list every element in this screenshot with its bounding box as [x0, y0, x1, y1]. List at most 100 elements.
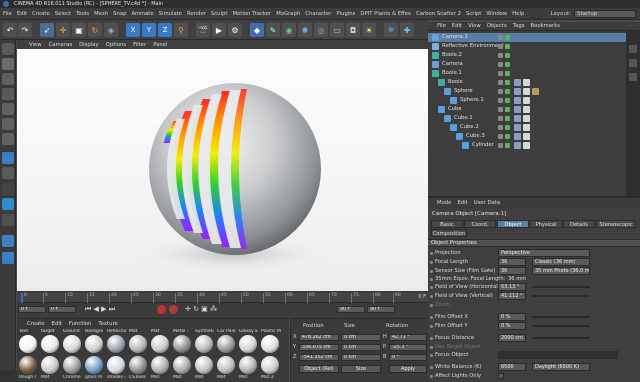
property-slider[interactable] — [532, 316, 590, 318]
visibility-dots-icon[interactable] — [498, 98, 503, 103]
visibility-dots-icon[interactable] — [498, 44, 503, 49]
object-row[interactable]: Sphere — [428, 87, 626, 96]
animate-dot-icon[interactable] — [430, 346, 433, 349]
visibility-dots-icon[interactable] — [498, 71, 503, 76]
material-swatch[interactable]: CSTools — [129, 355, 149, 382]
visibility-dots-icon[interactable] — [498, 80, 503, 85]
animate-dot-icon[interactable] — [430, 286, 433, 289]
menu-dpit[interactable]: DPIT Plants & Effex — [360, 11, 411, 17]
object-row[interactable]: Cube.2 — [428, 123, 626, 132]
sculpt-brush-icon[interactable] — [2, 235, 14, 247]
object-row[interactable]: Boole — [428, 78, 626, 87]
menu-edit[interactable]: Edit — [17, 11, 27, 17]
property-value-field[interactable]: 0 % — [498, 313, 526, 321]
visibility-dots-icon[interactable] — [498, 143, 503, 148]
property-value-field[interactable]: 6500 — [498, 363, 526, 371]
animate-dot-icon[interactable] — [430, 252, 433, 255]
tab-coord[interactable]: Coord. — [464, 220, 496, 228]
material-swatch[interactable]: Mat — [173, 355, 193, 382]
object-row[interactable]: Camera.1 — [428, 33, 626, 42]
animate-dot-icon[interactable] — [430, 304, 433, 307]
om-menu-view[interactable]: View — [468, 23, 481, 29]
material-tag-icon[interactable] — [523, 142, 530, 149]
python-icon[interactable]: ⎈ — [384, 23, 398, 37]
object-row[interactable]: Boole.1 — [428, 69, 626, 78]
mat-menu-edit[interactable]: Edit — [52, 321, 62, 327]
coords-pos-y[interactable]: 336.075 cm — [299, 344, 339, 351]
floor-icon[interactable]: ▭ — [330, 23, 344, 37]
material-swatch[interactable]: Mat — [195, 355, 215, 382]
lock-workplane-icon[interactable] — [2, 214, 14, 226]
material-swatch[interactable]: Rough I — [19, 355, 39, 382]
playback-controls-icon[interactable]: ⏮ ◀ ▶ ⏭ — [85, 305, 115, 314]
enabled-check-icon[interactable] — [505, 44, 510, 49]
property-value-field[interactable]: Perspective — [498, 249, 590, 257]
visibility-dots-icon[interactable] — [498, 89, 503, 94]
material-tag-icon[interactable] — [532, 88, 539, 95]
side-tool-icon[interactable] — [629, 59, 637, 67]
live-selection-icon[interactable]: ➶ — [40, 23, 54, 37]
property-preset-select[interactable]: Classic (36 mm) — [532, 258, 590, 266]
menu-sculpt[interactable]: Sculpt — [211, 11, 228, 17]
menu-window[interactable]: Window — [486, 11, 507, 17]
keyframe-tools-icon[interactable]: ✛ ↻ ▣ ⁂ — [185, 305, 217, 313]
menu-script[interactable]: Script — [466, 11, 481, 17]
property-slider[interactable] — [532, 286, 590, 288]
coords-size-y[interactable]: 0 cm — [341, 344, 381, 351]
coordinate-system-icon[interactable]: ⚲ — [174, 23, 188, 37]
mat-menu-create[interactable]: Create — [27, 321, 45, 327]
om-menu-edit[interactable]: Edit — [452, 23, 462, 29]
visibility-dots-icon[interactable] — [498, 107, 503, 112]
visibility-dots-icon[interactable] — [498, 134, 503, 139]
tab-object[interactable]: Object — [497, 220, 529, 228]
autokey-icon[interactable] — [169, 305, 178, 314]
enabled-check-icon[interactable] — [505, 62, 510, 67]
x-axis-lock-button[interactable]: X — [126, 23, 140, 37]
polygons-mode-icon[interactable] — [2, 133, 14, 145]
object-row[interactable]: Cube.3 — [428, 132, 626, 141]
object-row[interactable]: Cube.1 — [428, 114, 626, 123]
enabled-check-icon[interactable] — [505, 53, 510, 58]
visibility-dots-icon[interactable] — [498, 62, 503, 67]
coords-mode-select[interactable]: Object (Rel) — [299, 365, 339, 373]
material-swatch[interactable]: Mat — [217, 355, 237, 382]
visibility-dots-icon[interactable] — [498, 116, 503, 121]
menu-help[interactable]: Help — [512, 11, 524, 17]
animate-dot-icon[interactable] — [430, 325, 433, 328]
material-tag-icon[interactable] — [523, 124, 530, 131]
animate-dot-icon[interactable] — [430, 270, 433, 273]
visibility-dots-icon[interactable] — [498, 125, 503, 130]
start-frame-field[interactable]: 0 F — [18, 306, 46, 313]
menu-simulate[interactable]: Simulate — [159, 11, 182, 17]
enabled-check-icon[interactable] — [505, 134, 510, 139]
recent-tools-icon[interactable]: ◈ — [104, 23, 118, 37]
material-tag-icon[interactable] — [523, 106, 530, 113]
property-slider[interactable] — [532, 325, 590, 327]
enable-axis-icon[interactable] — [2, 152, 14, 164]
redo-icon[interactable]: ↷ — [18, 23, 32, 37]
material-swatch[interactable]: Chrome — [63, 355, 83, 382]
property-value-field[interactable]: 36 — [498, 258, 526, 266]
enabled-check-icon[interactable] — [505, 98, 510, 103]
undo-icon[interactable]: ↶ — [3, 23, 17, 37]
viewport-menu-options[interactable]: Options — [106, 42, 126, 48]
object-row[interactable]: Sphere.1 — [428, 96, 626, 105]
material-swatch[interactable]: Mat — [151, 355, 171, 382]
am-menu-edit[interactable]: Edit — [457, 200, 467, 206]
coords-apply-button[interactable]: Apply — [389, 365, 427, 373]
render-picture-viewer-icon[interactable]: ▶ — [212, 23, 226, 37]
material-tag-icon[interactable] — [523, 97, 530, 104]
om-menu-tags[interactable]: Tags — [513, 23, 525, 29]
end-frame-field[interactable]: 90 F — [337, 306, 365, 313]
material-tag-icon[interactable] — [514, 106, 521, 113]
menu-create[interactable]: Create — [32, 11, 50, 17]
menu-file[interactable]: File — [3, 11, 12, 17]
material-tag-icon[interactable] — [514, 115, 521, 122]
material-tag-icon[interactable] — [514, 133, 521, 140]
coords-size-mode-select[interactable]: Size — [341, 365, 381, 373]
material-tag-icon[interactable] — [514, 142, 521, 149]
solo-mode-icon[interactable] — [2, 252, 14, 264]
make-editable-icon[interactable] — [2, 43, 14, 55]
viewport-menu-display[interactable]: Display — [79, 42, 99, 48]
move-tool-icon[interactable]: ✛ — [56, 23, 70, 37]
